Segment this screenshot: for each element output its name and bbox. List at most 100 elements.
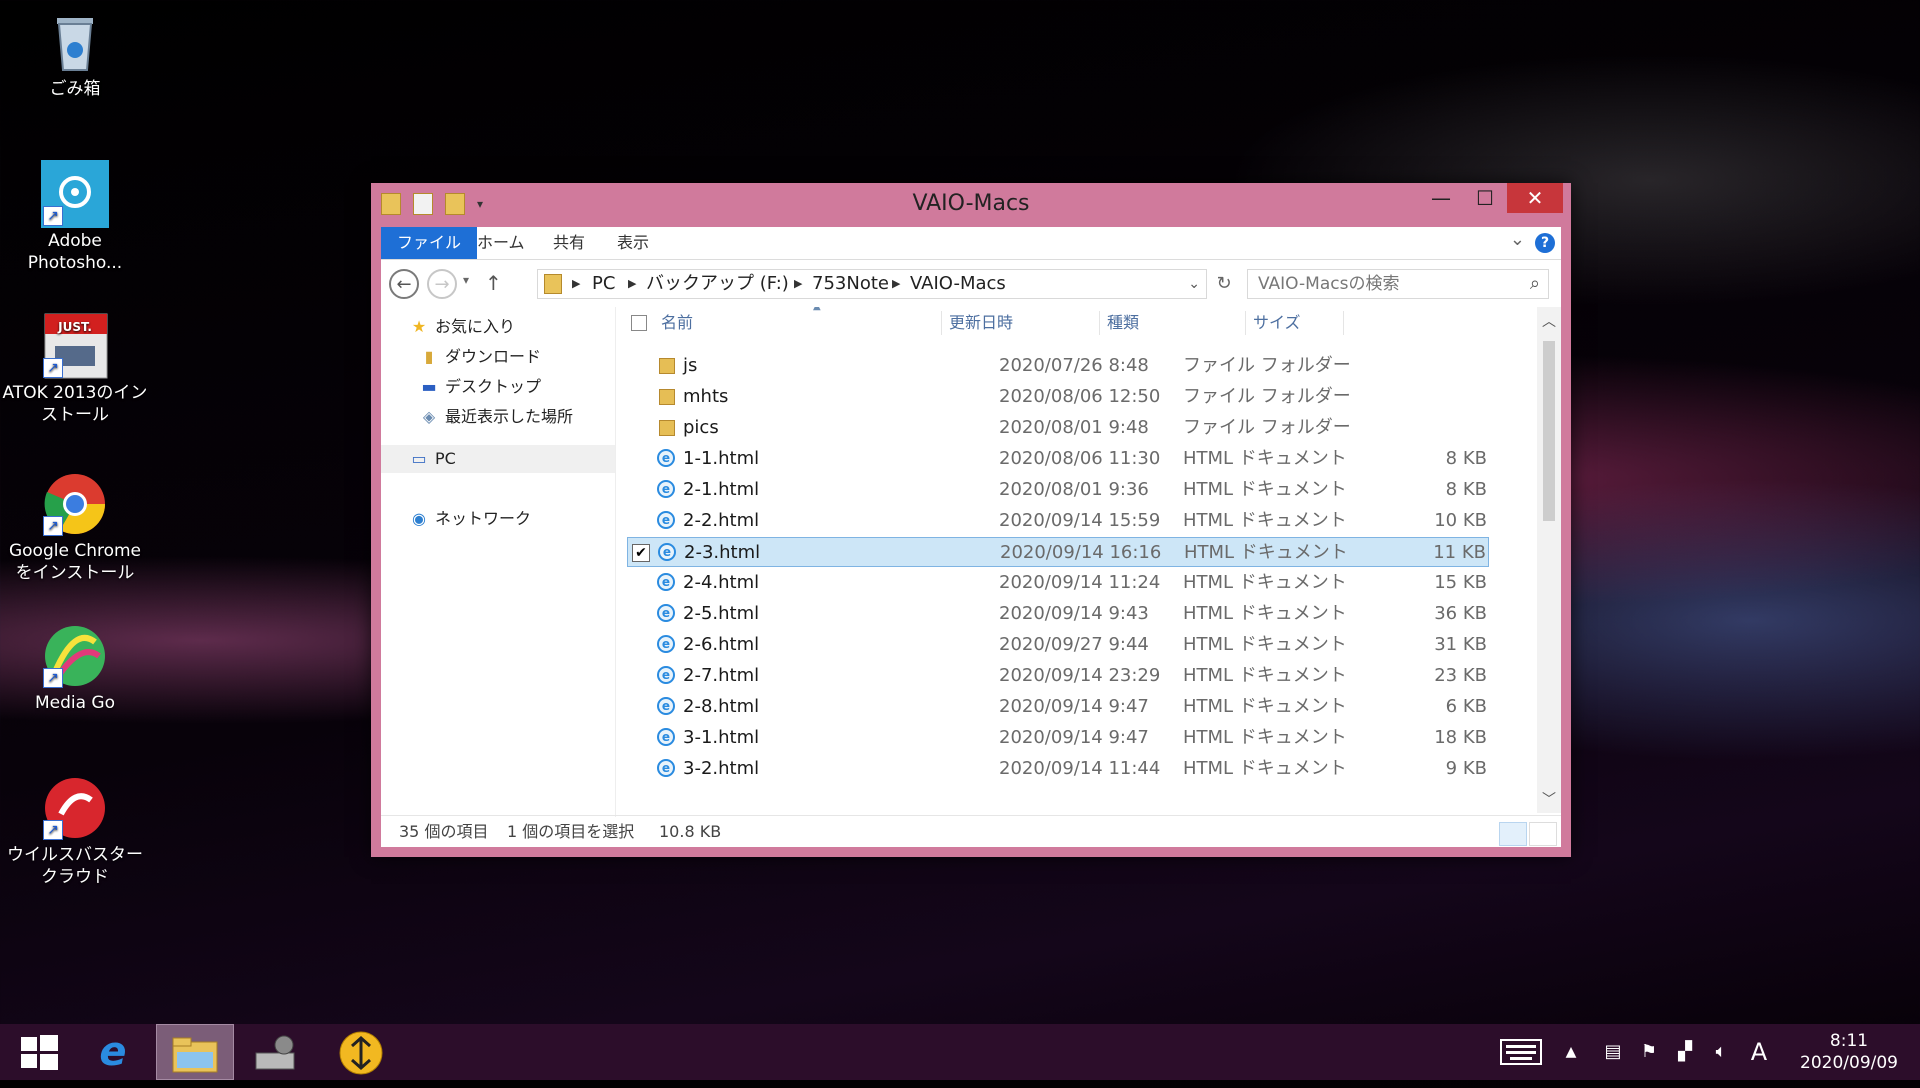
column-divider[interactable] xyxy=(1245,311,1246,335)
table-row[interactable]: mhts 2020/08/06 12:50 ファイル フォルダー xyxy=(627,382,1489,412)
file-date: 2020/08/06 11:30 xyxy=(999,448,1161,469)
clock[interactable]: 8:11 2020/09/09 xyxy=(1800,1030,1898,1074)
up-button[interactable]: ↑ xyxy=(485,271,502,295)
column-divider[interactable] xyxy=(941,311,942,335)
navigation-pane: ★ お気に入り ▮ ダウンロード ▬ デスクトップ ◈ 最近表示した場所 ▭ PC ◉ ネッ… xyxy=(381,307,616,817)
breadcrumb-pc[interactable]: PC xyxy=(592,270,615,298)
breadcrumb-backup-drive[interactable]: バックアップ (F:) xyxy=(646,270,789,298)
column-divider[interactable] xyxy=(1099,311,1100,335)
table-row[interactable]: e 2-5.html 2020/09/14 9:43 HTML ドキュメント 36 KB xyxy=(627,599,1489,629)
close-button[interactable]: ✕ xyxy=(1507,183,1563,213)
column-header-type[interactable]: 種類 xyxy=(1107,307,1139,339)
table-row[interactable]: e 3-1.html 2020/09/14 9:47 HTML ドキュメント 18 KB xyxy=(627,723,1489,753)
table-row[interactable]: e 2-2.html 2020/09/14 15:59 HTML ドキュメント 10 K… xyxy=(627,506,1489,536)
nav-downloads[interactable]: ▮ ダウンロード xyxy=(419,343,541,371)
address-dropdown-icon[interactable]: ⌄ xyxy=(1188,270,1200,298)
column-divider[interactable] xyxy=(1343,311,1344,335)
table-row[interactable]: e 2-8.html 2020/09/14 9:47 HTML ドキュメント 6 KB xyxy=(627,692,1489,722)
file-list: ▲ 名前 更新日時 種類 サイズ js 2020/07/26 8:48 ファイル フ… xyxy=(617,307,1561,813)
search-input[interactable]: VAIO-Macsの検索 ⌕ xyxy=(1247,269,1549,299)
taskbar-file-explorer[interactable] xyxy=(156,1024,234,1080)
column-header-name[interactable]: 名前 xyxy=(661,307,693,339)
recycle-bin-icon xyxy=(41,8,109,76)
help-icon[interactable]: ? xyxy=(1535,233,1555,253)
nav-network[interactable]: ◉ ネットワーク xyxy=(409,505,531,533)
table-row[interactable]: ✔ e 2-3.html 2020/09/14 16:16 HTML ドキュメント 11 … xyxy=(627,537,1489,567)
file-size: 18 KB xyxy=(1434,727,1487,748)
scroll-down-arrow[interactable]: ﹀ xyxy=(1537,789,1561,809)
column-header-date[interactable]: 更新日時 xyxy=(949,307,1013,339)
desktop-icon-chrome[interactable]: ↗ Google Chrome をインストール xyxy=(0,470,150,584)
minimize-button[interactable]: — xyxy=(1419,183,1463,213)
scroll-thumb[interactable] xyxy=(1543,341,1555,521)
nav-label: 最近表示した場所 xyxy=(445,407,574,426)
breadcrumb-arrow-icon[interactable]: ▶ xyxy=(628,270,636,298)
file-name: 1-1.html xyxy=(683,448,760,469)
row-checkbox[interactable]: ✔ xyxy=(632,544,650,562)
ime-indicator[interactable]: A xyxy=(1744,1024,1774,1080)
file-name: pics xyxy=(683,417,719,438)
taskbar-control-panel[interactable] xyxy=(238,1024,316,1080)
breadcrumb-753note[interactable]: 753Note xyxy=(812,270,889,298)
touch-keyboard-icon[interactable] xyxy=(1496,1024,1546,1080)
column-header-size[interactable]: サイズ xyxy=(1253,307,1301,339)
search-icon[interactable]: ⌕ xyxy=(1530,270,1540,298)
desktop-icon-atok[interactable]: JUST. ↗ ATOK 2013のインストール xyxy=(0,312,150,426)
file-type: HTML ドキュメント xyxy=(1183,758,1347,779)
details-view-button[interactable] xyxy=(1499,822,1527,846)
maximize-button[interactable]: ☐ xyxy=(1463,183,1507,213)
file-type: HTML ドキュメント xyxy=(1184,542,1348,563)
file-name: 2-4.html xyxy=(683,572,760,593)
breadcrumb-arrow-icon[interactable]: ▶ xyxy=(892,270,900,298)
desktop-icon-virusbuster[interactable]: ↗ ウイルスバスター クラウド xyxy=(0,774,150,888)
recent-locations-icon[interactable]: ▾ xyxy=(463,273,469,287)
file-date: 2020/07/26 8:48 xyxy=(999,355,1149,376)
folder-icon xyxy=(657,387,677,407)
table-row[interactable]: e 2-1.html 2020/08/01 9:36 HTML ドキュメント 8 KB xyxy=(627,475,1489,505)
title-bar[interactable]: ▾ VAIO-Macs — ☐ ✕ xyxy=(371,183,1571,227)
taskbar-downloader[interactable] xyxy=(322,1024,400,1080)
file-name: 3-2.html xyxy=(683,758,760,779)
start-button[interactable] xyxy=(0,1024,78,1080)
breadcrumb-arrow-icon[interactable]: ▶ xyxy=(794,270,802,298)
tab-share[interactable]: 共有 xyxy=(553,227,585,259)
file-type: HTML ドキュメント xyxy=(1183,510,1347,531)
start-icon xyxy=(21,1034,58,1070)
nav-favorites[interactable]: ★ お気に入り xyxy=(409,313,515,341)
table-row[interactable]: e 2-7.html 2020/09/14 23:29 HTML ドキュメント 23 K… xyxy=(627,661,1489,691)
table-row[interactable]: e 2-6.html 2020/09/27 9:44 HTML ドキュメント 31 KB xyxy=(627,630,1489,660)
table-row[interactable]: js 2020/07/26 8:48 ファイル フォルダー xyxy=(627,351,1489,381)
table-row[interactable]: e 3-2.html 2020/09/14 11:44 HTML ドキュメント 9 KB xyxy=(627,754,1489,784)
battery-icon[interactable]: ▤ xyxy=(1598,1024,1628,1080)
address-bar[interactable]: ▶ PC ▶ バックアップ (F:) ▶ 753Note ▶ VAIO-Macs… xyxy=(537,269,1207,299)
vertical-scrollbar[interactable]: ︿ ﹀ xyxy=(1537,307,1561,813)
nav-pc[interactable]: ▭ PC xyxy=(409,445,455,473)
media-go-icon: ↗ xyxy=(41,622,109,690)
table-row[interactable]: pics 2020/08/01 9:48 ファイル フォルダー xyxy=(627,413,1489,443)
taskbar-ie[interactable]: e xyxy=(74,1024,152,1080)
breadcrumb-arrow-icon[interactable]: ▶ xyxy=(572,270,580,298)
tab-view[interactable]: 表示 xyxy=(617,227,649,259)
tab-file[interactable]: ファイル xyxy=(381,227,478,259)
table-row[interactable]: e 1-1.html 2020/08/06 11:30 HTML ドキュメント 8 KB xyxy=(627,444,1489,474)
ribbon-expand-icon[interactable]: ⌄ xyxy=(1510,229,1525,250)
tab-home[interactable]: ホーム xyxy=(477,227,525,259)
select-all-checkbox[interactable] xyxy=(631,315,647,331)
refresh-button[interactable]: ↻ xyxy=(1209,269,1239,299)
large-icons-view-button[interactable] xyxy=(1529,822,1557,846)
desktop-icon-photoshop[interactable]: ↗ Adobe Photosho... xyxy=(0,160,150,274)
volume-icon[interactable]: 🔈︎ xyxy=(1706,1024,1736,1080)
table-row[interactable]: e 2-4.html 2020/09/14 11:24 HTML ドキュメント 15 K… xyxy=(627,568,1489,598)
back-button[interactable]: ← xyxy=(389,269,419,299)
file-type: ファイル フォルダー xyxy=(1183,355,1351,376)
action-center-icon[interactable]: ⚑ xyxy=(1634,1024,1664,1080)
scroll-up-arrow[interactable]: ︿ xyxy=(1537,311,1561,331)
nav-desktop[interactable]: ▬ デスクトップ xyxy=(419,373,541,401)
breadcrumb-vaio-macs[interactable]: VAIO-Macs xyxy=(910,270,1006,298)
desktop-icon-media-go[interactable]: ↗ Media Go xyxy=(0,622,150,714)
show-hidden-icons-button[interactable]: ▲ xyxy=(1558,1024,1584,1080)
desktop-icon-recycle-bin[interactable]: ごみ箱 xyxy=(0,8,150,100)
nav-recent[interactable]: ◈ 最近表示した場所 xyxy=(419,403,573,431)
forward-button[interactable]: → xyxy=(427,269,457,299)
network-signal-icon[interactable]: ▞ xyxy=(1670,1024,1700,1080)
